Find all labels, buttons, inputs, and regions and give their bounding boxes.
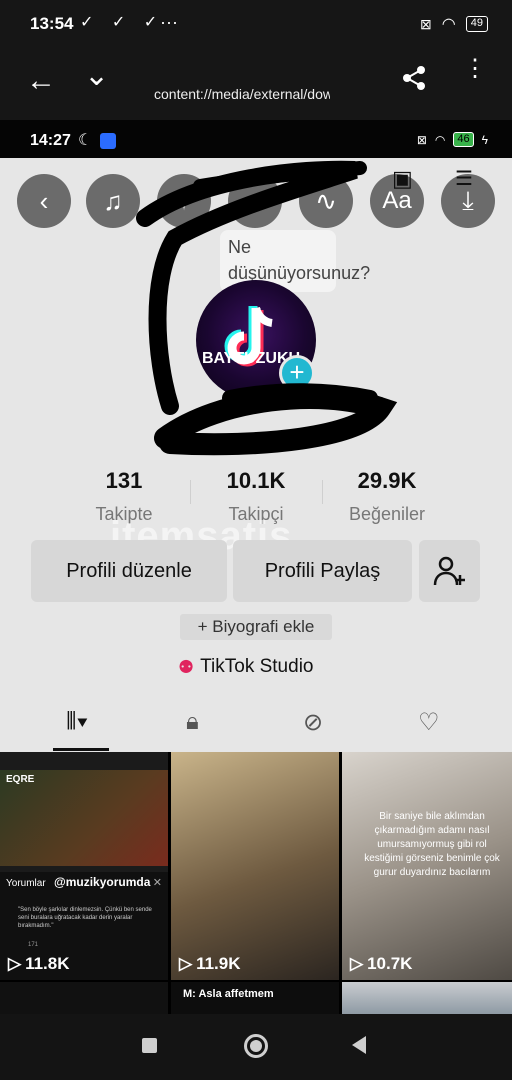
video-tile[interactable] <box>342 982 512 1014</box>
back-arrow-icon[interactable]: ← <box>26 64 56 98</box>
video-grid: EQRE Yorumlar @muzikyorumda ✕ "Sen böyle… <box>0 752 512 980</box>
stat-divider <box>190 480 191 504</box>
menu-lines-icon[interactable]: ☰ <box>455 166 473 191</box>
play-icon: ▷ <box>350 954 364 973</box>
video-tile[interactable]: Bir saniye bile aklımdan çıkarmadığım ad… <box>342 752 512 980</box>
active-tab-indicator <box>53 748 109 751</box>
stat-followers-value: 10.1K <box>226 468 286 493</box>
inner-battery-indicator: 46 <box>453 132 474 147</box>
notification-check-icons: ✓ ✓ ✓ <box>80 14 165 31</box>
stat-likes-value: 29.9K <box>357 468 417 493</box>
stat-likes[interactable]: 29.9K Beğeniler <box>327 468 447 525</box>
view-count: ▷ 11.8K <box>8 954 70 974</box>
close-icon: ✕ <box>152 877 162 889</box>
recents-button[interactable] <box>142 1038 157 1053</box>
tiktok-studio-link[interactable]: ⚉ TikTok Studio <box>178 656 313 678</box>
sticker-icon: ☺ <box>241 185 269 216</box>
device-status-bar: 13:54 ✓ ✓ ✓ ··· ⊠ ◠ 49 <box>0 0 512 46</box>
inner-sim-off-icon: ⊠ <box>416 132 427 147</box>
draw-button[interactable]: ∿ <box>299 174 353 228</box>
channel-logo: EQRE <box>6 774 35 785</box>
charging-icon: ϟ <box>481 132 488 147</box>
back-button[interactable]: ‹ <box>17 174 71 228</box>
status-time: 13:54 <box>30 14 74 33</box>
share-profile-button[interactable]: Profili Paylaş <box>233 540 412 602</box>
chevron-left-icon: ‹ <box>39 185 49 216</box>
video-tile[interactable] <box>0 982 168 1014</box>
more-vert-icon[interactable]: ⋮ <box>463 57 487 81</box>
tiktok-studio-label: TikTok Studio <box>200 656 314 677</box>
add-bio-button[interactable]: + Biyografi ekle <box>180 614 332 640</box>
moon-icon: ☾ <box>78 132 93 149</box>
add-avatar-button[interactable]: + <box>279 355 315 391</box>
stat-following-value: 131 <box>105 468 143 493</box>
app-notification-icon <box>100 133 116 149</box>
media-viewer-toolbar: ← ⌄ content://media/external/down ⋮ <box>0 46 512 120</box>
home-button[interactable] <box>244 1034 268 1058</box>
view-count-value: 10.7K <box>367 954 413 973</box>
tab-reposts[interactable]: ⊘ <box>303 708 323 737</box>
view-count: ▷ 11.9K <box>179 954 241 974</box>
inner-wifi-icon: ◠ <box>434 132 446 147</box>
profile-tabs: ⦀▾ 🔒︎ ⊘ ♡ <box>0 698 512 752</box>
tab-videos[interactable]: ⦀▾ <box>66 708 88 736</box>
tab-liked[interactable]: ♡ <box>418 708 440 737</box>
view-count: ▷ 10.7K <box>350 954 412 974</box>
play-icon: ▷ <box>8 954 22 973</box>
profile-screen: ‹ ♫ ✦ ☺ ∿ Aa ⤓ ▣ ☰ Ne düşünüyorsunuz? BA… <box>0 158 512 752</box>
view-count-value: 11.8K <box>25 954 70 973</box>
lock-icon: 🔒︎ <box>186 708 199 735</box>
hidden-bookmark-icon: ⊘ <box>303 709 324 736</box>
video-grid-row-2: M: Asla affetmem <box>0 980 512 1014</box>
video-caption: M: Asla affetmem <box>183 988 274 1000</box>
video-tile[interactable]: ▷ 11.9K <box>171 752 339 980</box>
comment-text: "Sen böyle şarkılar dinlemezsin. Çünkü b… <box>18 907 152 929</box>
media-url: content://media/external/down <box>154 86 330 102</box>
sim-off-icon: ⊠ <box>420 15 432 32</box>
share-icon[interactable] <box>400 64 428 97</box>
music-button[interactable]: ♫ <box>86 174 140 228</box>
notification-more-dots: ··· <box>160 12 178 32</box>
inner-status-time: 14:27 <box>30 132 71 149</box>
hidden-heart-icon: ♡ <box>418 709 440 736</box>
grid-bars-icon: ⦀▾ <box>66 708 89 735</box>
studio-user-star-icon: ⚉ <box>178 656 195 677</box>
stat-likes-label: Beğeniler <box>348 504 426 524</box>
add-friend-button[interactable] <box>419 540 480 602</box>
edit-profile-button[interactable]: Profili düzenle <box>31 540 227 602</box>
stat-divider <box>322 480 323 504</box>
screenshot-status-bar: 14:27 ☾ ⊠ ◠ 46 ϟ <box>0 120 512 158</box>
system-nav-bar <box>0 1014 512 1080</box>
video-overlay-text: Bir saniye bile aklımdan çıkarmadığım ad… <box>364 811 500 878</box>
plus-icon: + <box>289 357 305 387</box>
tab-private[interactable]: 🔒︎ <box>186 708 199 736</box>
sticker-button[interactable]: ☺ <box>228 174 282 228</box>
wifi-icon: ◠ <box>441 16 456 33</box>
chevron-down-icon[interactable]: ⌄ <box>84 58 109 93</box>
view-count-value: 11.9K <box>196 954 241 973</box>
play-icon: ▷ <box>179 954 193 973</box>
comments-handle: @muzikyorumda <box>54 875 151 889</box>
music-note-icon: ♫ <box>103 185 123 216</box>
comment-like-count: 171 <box>28 942 39 948</box>
effects-button[interactable]: ✦ <box>157 174 211 228</box>
add-user-icon <box>433 556 465 586</box>
squiggle-icon: ∿ <box>315 185 337 216</box>
system-back-button[interactable] <box>352 1036 366 1054</box>
video-tile[interactable]: EQRE Yorumlar @muzikyorumda ✕ "Sen böyle… <box>0 752 168 980</box>
comments-title: Yorumlar <box>6 878 46 889</box>
battery-indicator: 49 <box>465 16 488 32</box>
sparkles-icon: ✦ <box>173 185 195 216</box>
calendar-icon[interactable]: ▣ <box>392 166 413 192</box>
video-tile[interactable]: M: Asla affetmem <box>171 982 339 1014</box>
